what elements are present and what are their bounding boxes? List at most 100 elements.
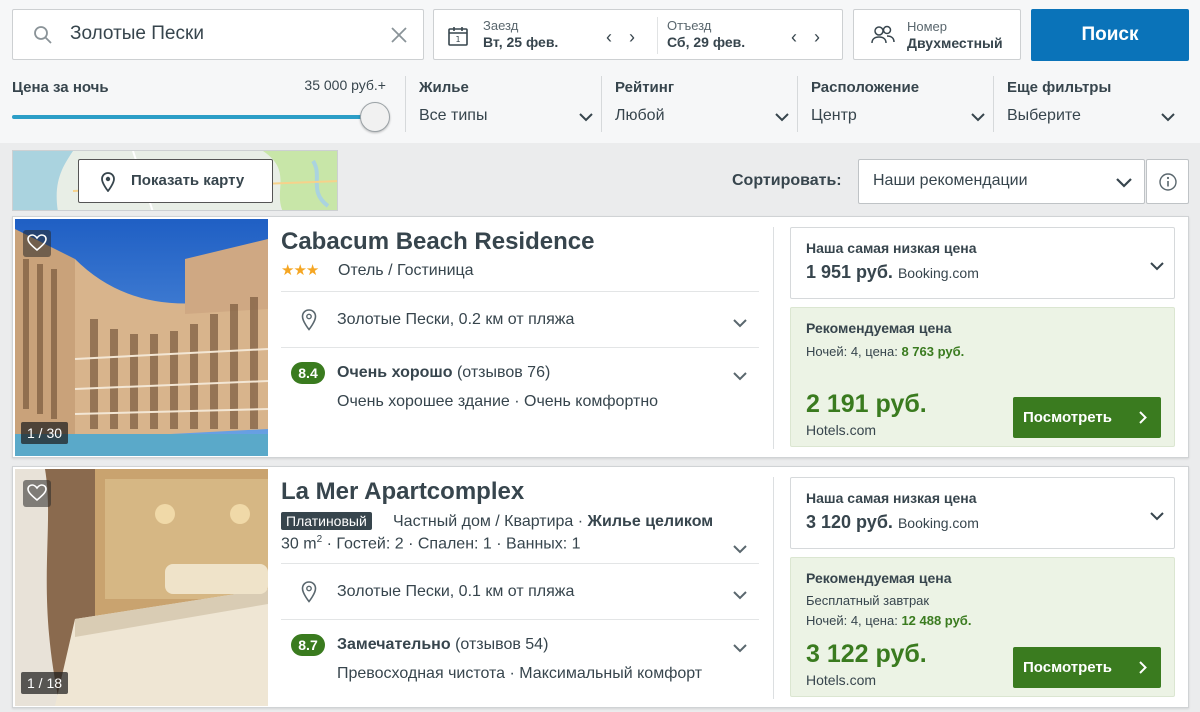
photo-counter: 1 / 30 <box>21 422 69 444</box>
chevron-down-icon <box>775 109 789 127</box>
destination-value: Золотые Пески <box>70 23 204 44</box>
lowest-price-title: Наша самая низкая цена <box>806 490 977 506</box>
property-type-text: Частный дом / Квартира · <box>393 513 588 530</box>
chevron-down-icon <box>579 109 593 127</box>
checkin-arrows[interactable]: ‹ › <box>606 27 641 48</box>
hotel-photo-image <box>15 469 268 706</box>
chevron-down-icon[interactable] <box>733 587 747 605</box>
sort-info-button[interactable] <box>1146 159 1189 204</box>
area-value: 30 m <box>281 535 317 553</box>
checkin-field[interactable]: Заезд Вт, 25 фев. <box>483 18 558 51</box>
show-map-button[interactable]: Показать карту <box>78 159 273 203</box>
filter-title: Расположение <box>811 79 920 96</box>
hotel-photo[interactable]: 1 / 30 <box>15 219 268 456</box>
lowest-price-panel[interactable]: Наша самая низкая цена 1 951 руб. Bookin… <box>790 227 1175 299</box>
heart-icon <box>27 484 47 502</box>
favorite-button[interactable] <box>23 230 51 257</box>
lowest-price-source: Booking.com <box>897 265 979 281</box>
price-slider-handle[interactable] <box>360 102 390 132</box>
show-map-label: Показать карту <box>131 172 245 189</box>
hotel-name[interactable]: La Mer Apartcomplex <box>281 478 524 506</box>
nights-total: 8 763 руб. <box>901 344 965 359</box>
divider <box>281 563 759 564</box>
rating-text: Очень хорошо <box>337 364 453 381</box>
chevron-down-icon <box>1161 109 1175 127</box>
price-filter-max: 35 000 руб.+ <box>304 77 386 93</box>
search-panel: Золотые Пески 1 Заезд Вт, 25 фев. ‹ › От… <box>0 0 1200 143</box>
review-count: (отзывов 76) <box>456 364 551 381</box>
nights-label: Ночей: 4, цена: <box>806 344 902 359</box>
svg-text:1: 1 <box>455 35 460 44</box>
sort-select[interactable]: Наши рекомендации <box>858 159 1145 204</box>
location-pin-icon <box>301 581 317 608</box>
chevron-down-icon[interactable] <box>733 315 747 333</box>
recommended-source: Hotels.com <box>806 672 877 688</box>
room-details: · Гостей: 2 · Спален: 1 · Ванных: 1 <box>322 535 581 553</box>
price-slider-track[interactable] <box>12 115 374 119</box>
filter-location[interactable]: Расположение Центр <box>797 76 993 132</box>
hotel-name[interactable]: Cabacum Beach Residence <box>281 228 594 256</box>
rating-highlights: Превосходная чистота · Максимальный комф… <box>337 665 703 682</box>
checkin-label: Заезд <box>483 18 519 33</box>
filter-title: Рейтинг <box>615 79 675 96</box>
property-type: Частный дом / Квартира · Жилье целиком <box>393 513 713 531</box>
rating-text: Замечательно <box>337 636 451 653</box>
filter-rating[interactable]: Рейтинг Любой <box>601 76 797 132</box>
divider <box>773 227 774 449</box>
photo-counter: 1 / 18 <box>21 672 69 694</box>
checkout-label: Отъезд <box>667 18 712 33</box>
view-deal-button[interactable]: Посмотреть <box>1013 647 1161 688</box>
rating-highlights: Очень хорошее здание · Очень комфортно <box>337 393 659 410</box>
hotel-card[interactable]: 1 / 18 La Mer Apartcomplex Платиновый Ча… <box>12 466 1189 708</box>
filter-title: Жилье <box>419 79 469 96</box>
search-button[interactable]: Поиск <box>1031 9 1189 61</box>
hotel-type: Отель / Гостиница <box>338 262 474 279</box>
divider <box>773 477 774 699</box>
map-preview[interactable]: Показать карту <box>12 150 338 211</box>
filter-value: Любой <box>615 107 665 124</box>
lowest-price-panel[interactable]: Наша самая низкая цена 3 120 руб. Bookin… <box>790 477 1175 549</box>
chevron-down-icon <box>1116 175 1132 193</box>
chevron-right-icon <box>1139 411 1147 424</box>
hotel-location[interactable]: Золотые Пески, 0.2 км от пляжа <box>337 311 574 329</box>
recommended-price: 2 191 руб. <box>806 390 927 418</box>
clear-icon[interactable] <box>390 26 408 49</box>
rating-badge: 8.7 <box>291 634 325 656</box>
checkout-field[interactable]: Отъезд Сб, 29 фев. <box>667 18 745 51</box>
rating-summary[interactable]: Замечательно (отзывов 54) <box>337 636 548 654</box>
view-deal-button[interactable]: Посмотреть <box>1013 397 1161 438</box>
filter-more[interactable]: Еще фильтры Выберите <box>993 76 1183 132</box>
lowest-price: 1 951 руб. Booking.com <box>806 262 979 283</box>
hotel-location[interactable]: Золотые Пески, 0.1 км от пляжа <box>337 583 574 601</box>
chevron-down-icon <box>1150 508 1164 526</box>
chevron-down-icon[interactable] <box>733 541 747 559</box>
destination-input[interactable]: Золотые Пески <box>12 9 424 60</box>
rating-summary[interactable]: Очень хорошо (отзывов 76) <box>337 364 550 382</box>
hotel-photo[interactable]: 1 / 18 <box>15 469 268 706</box>
heart-icon <box>27 234 47 252</box>
hotel-card[interactable]: 1 / 30 Cabacum Beach Residence ★★★ Отель… <box>12 216 1189 458</box>
sort-value: Наши рекомендации <box>873 172 1028 189</box>
room-selector[interactable]: Номер Двухместный <box>853 9 1021 60</box>
chevron-down-icon <box>971 109 985 127</box>
chevron-down-icon[interactable] <box>733 368 747 386</box>
property-type-bold: Жилье целиком <box>587 513 714 530</box>
date-divider <box>657 17 658 54</box>
lowest-price-source: Booking.com <box>897 515 979 531</box>
date-picker[interactable]: 1 Заезд Вт, 25 фев. ‹ › Отъезд Сб, 29 фе… <box>433 9 843 60</box>
divider <box>281 347 759 348</box>
checkout-arrows[interactable]: ‹ › <box>791 27 826 48</box>
rating-badge: 8.4 <box>291 362 325 384</box>
chevron-down-icon[interactable] <box>733 640 747 658</box>
perk-text: Бесплатный завтрак <box>806 593 930 608</box>
platinum-badge: Платиновый <box>281 512 372 530</box>
recommended-title: Рекомендуемая цена <box>806 320 952 336</box>
recommended-source: Hotels.com <box>806 422 877 438</box>
favorite-button[interactable] <box>23 480 51 507</box>
filter-value: Центр <box>811 107 857 124</box>
hotel-photo-image <box>15 219 268 456</box>
chevron-right-icon <box>1139 661 1147 674</box>
nights-total: 12 488 руб. <box>901 613 972 628</box>
hotel-info: Cabacum Beach Residence ★★★ Отель / Гост… <box>281 217 761 457</box>
filter-accommodation[interactable]: Жилье Все типы <box>405 76 601 132</box>
